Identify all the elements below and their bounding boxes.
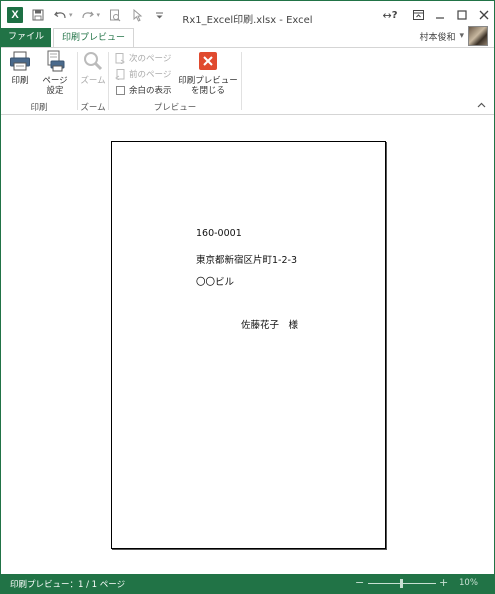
user-name: 村本俊和 bbox=[419, 32, 456, 43]
previous-page-button[interactable]: 前のページ bbox=[115, 67, 171, 81]
printer-icon bbox=[10, 51, 30, 71]
close-icon[interactable] bbox=[473, 7, 494, 23]
maximize-icon[interactable] bbox=[451, 7, 473, 23]
print-preview-area[interactable]: 160-0001 東京都新宿区片町1-2-3 〇〇ビル 佐藤花子 様 bbox=[1, 116, 494, 573]
next-page-icon bbox=[115, 52, 125, 64]
zoom-label: ズーム bbox=[80, 76, 106, 86]
preview-group-label: プレビュー bbox=[153, 103, 197, 113]
preview-page: 160-0001 東京都新宿区片町1-2-3 〇〇ビル 佐藤花子 様 bbox=[111, 141, 386, 549]
zoom-level[interactable]: 10% bbox=[459, 578, 478, 588]
status-bar: 印刷プレビュー：1 / 1 ページ − + 10% bbox=[1, 574, 494, 593]
previous-page-icon bbox=[115, 68, 125, 80]
close-preview-icon bbox=[199, 52, 217, 70]
zoom-in-button[interactable]: + bbox=[439, 576, 448, 589]
zoom-slider-thumb[interactable] bbox=[400, 579, 403, 588]
next-page-button[interactable]: 次のページ bbox=[115, 51, 171, 65]
zoom-group: ズーム ズーム bbox=[78, 48, 108, 115]
print-label: 印刷 bbox=[11, 76, 29, 86]
close-preview-label-2: を閉じる bbox=[190, 86, 225, 96]
tab-print-preview[interactable]: 印刷プレビュー bbox=[53, 28, 135, 48]
tab-file[interactable]: ファイル bbox=[1, 28, 51, 47]
close-preview-label-1: 印刷プレビュー bbox=[178, 76, 238, 86]
excel-window: X ▾ ▾ Rx1_Excel印刷.xlsx - Excel ↔ ? ファイル … bbox=[0, 0, 495, 594]
user-account[interactable]: 村本俊和 ▾ bbox=[419, 26, 488, 46]
print-button[interactable]: 印刷 bbox=[5, 50, 35, 86]
checkbox-box bbox=[116, 85, 125, 95]
zoom-group-label: ズーム bbox=[80, 103, 106, 113]
zoom-out-button[interactable]: − bbox=[355, 576, 364, 589]
page-setup-label-2: 設定 bbox=[46, 86, 64, 96]
ribbon: 印刷 ページ 設定 印刷 ズーム ズーム 次のページ 前のページ 余白の表示 印… bbox=[1, 47, 494, 115]
magnifier-icon bbox=[84, 52, 103, 71]
print-group: 印刷 ページ 設定 印刷 bbox=[1, 48, 77, 115]
postal-code: 160-0001 bbox=[196, 228, 242, 239]
page-setup-button[interactable]: ページ 設定 bbox=[37, 50, 73, 96]
zoom-button[interactable]: ズーム bbox=[78, 50, 108, 86]
account-dropdown-icon: ▾ bbox=[459, 31, 464, 41]
window-controls: ↔? bbox=[379, 7, 494, 23]
group-divider bbox=[241, 52, 242, 110]
fullscreen-arrows-icon[interactable]: ↔? bbox=[379, 7, 401, 23]
previous-page-label: 前のページ bbox=[129, 70, 172, 80]
page-setup-label-1: ページ bbox=[42, 76, 68, 86]
building-name: 〇〇ビル bbox=[196, 277, 235, 288]
help-label: ? bbox=[391, 9, 398, 21]
print-group-label: 印刷 bbox=[30, 103, 48, 113]
status-text: 印刷プレビュー：1 / 1 ページ bbox=[10, 580, 126, 590]
preview-group: 次のページ 前のページ 余白の表示 印刷プレビュー を閉じる プレビュー bbox=[109, 48, 241, 115]
page-setup-icon bbox=[47, 50, 65, 72]
recipient-name: 佐藤花子 様 bbox=[241, 320, 299, 331]
ribbon-display-options-icon[interactable] bbox=[407, 7, 429, 23]
collapse-ribbon-icon[interactable] bbox=[477, 101, 486, 111]
next-page-label: 次のページ bbox=[129, 54, 172, 64]
minimize-icon[interactable] bbox=[429, 7, 451, 23]
show-margins-checkbox[interactable]: 余白の表示 bbox=[115, 83, 172, 97]
ribbon-tabs: ファイル 印刷プレビュー 村本俊和 ▾ bbox=[1, 26, 494, 48]
avatar bbox=[468, 26, 488, 46]
show-margins-label: 余白の表示 bbox=[129, 86, 172, 96]
close-print-preview-button[interactable]: 印刷プレビュー を閉じる bbox=[177, 50, 239, 96]
address: 東京都新宿区片町1-2-3 bbox=[196, 255, 297, 266]
